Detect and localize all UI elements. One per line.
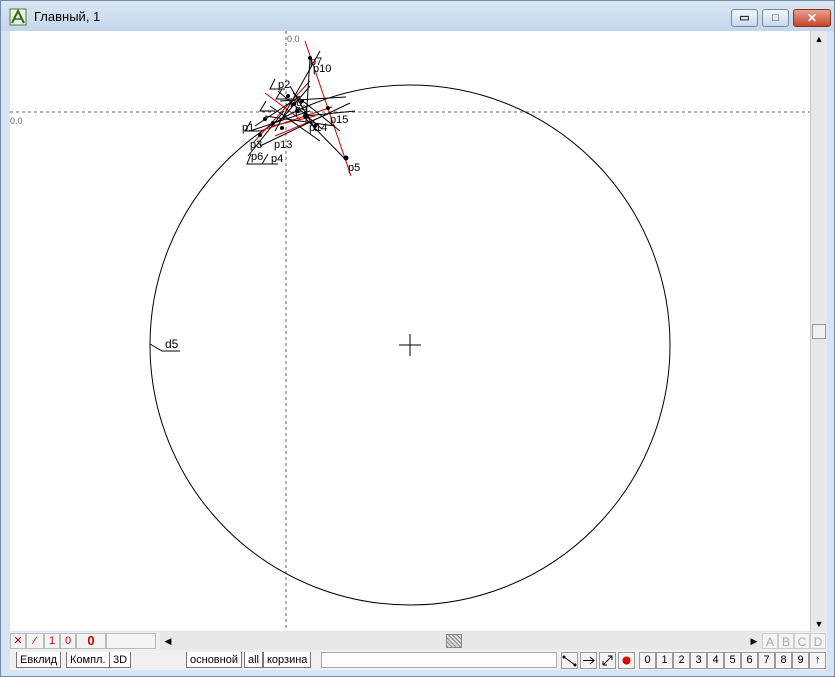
up-arrow-button[interactable]: ↑ xyxy=(809,652,826,669)
close-button[interactable]: ✕ xyxy=(793,9,831,27)
scroll-right-icon[interactable]: ▶ xyxy=(746,633,762,649)
tab-basket[interactable]: корзина xyxy=(263,652,312,668)
y-axis-origin-label: 0.0 xyxy=(287,34,300,44)
main-window: Главный, 1 ▭ □ ✕ 0.0 0.0 d5 p7 p10 p2 p1… xyxy=(0,0,835,677)
window-title: Главный, 1 xyxy=(34,9,101,24)
title-bar: Главный, 1 ▭ □ ✕ xyxy=(1,1,834,31)
app-icon xyxy=(9,8,27,26)
resize-icon xyxy=(602,655,613,666)
circle-label: d5 xyxy=(165,337,179,351)
minimize-icon: ▭ xyxy=(739,12,750,24)
point-label-p9: p9 xyxy=(295,104,307,116)
record-button[interactable] xyxy=(618,652,635,669)
number-button-1[interactable]: 1 xyxy=(656,652,673,669)
point-label-p6: p6 xyxy=(251,151,263,163)
maximize-button[interactable]: □ xyxy=(762,9,789,27)
point-label-p13: p13 xyxy=(274,139,292,151)
message-field xyxy=(321,652,557,668)
x-axis-origin-label: 0.0 xyxy=(10,116,23,126)
number-button-7[interactable]: 7 xyxy=(758,652,775,669)
drawing-canvas[interactable]: 0.0 0.0 d5 p7 p10 p2 p15 p5 p14 p13 p6 p… xyxy=(10,31,810,631)
number-button-8[interactable]: 8 xyxy=(775,652,792,669)
status-cell-cross[interactable]: ✕ xyxy=(10,633,26,649)
layer-button-b[interactable]: B xyxy=(778,633,794,649)
scroll-down-icon[interactable]: ▼ xyxy=(811,616,827,632)
number-button-0[interactable]: 0 xyxy=(639,652,656,669)
point-label-p10: p10 xyxy=(313,63,331,75)
scroll-up-icon[interactable]: ▲ xyxy=(811,31,827,47)
point-label-p14: p14 xyxy=(309,122,327,134)
vertical-scrollbar[interactable]: ▲ ▼ xyxy=(810,31,827,632)
record-icon xyxy=(622,656,631,665)
segment-tool-button[interactable] xyxy=(561,652,578,669)
tab-main[interactable]: основной xyxy=(186,652,242,668)
scroll-left-icon[interactable]: ◀ xyxy=(160,633,176,649)
number-button-2[interactable]: 2 xyxy=(673,652,690,669)
point-label-p2: p2 xyxy=(278,79,290,91)
layer-button-a[interactable]: A xyxy=(762,633,778,649)
status-cell-zero[interactable]: 0 xyxy=(60,633,76,649)
segment-icon xyxy=(562,655,577,667)
number-button-6[interactable]: 6 xyxy=(741,652,758,669)
point-label-p15: p15 xyxy=(330,114,348,126)
tabs-row: Евклид Компл. 3D основной all корзина 0 … xyxy=(10,650,827,670)
maximize-icon: □ xyxy=(772,12,779,24)
number-button-4[interactable]: 4 xyxy=(707,652,724,669)
point-label-p1: p1 xyxy=(242,122,254,134)
status-cell-counter: 0 xyxy=(76,633,106,649)
close-icon: ✕ xyxy=(806,11,818,25)
horizontal-scrollbar[interactable]: ◀ ▶ xyxy=(160,632,762,650)
number-button-3[interactable]: 3 xyxy=(690,652,707,669)
point-label-p4: p4 xyxy=(271,153,283,165)
status-cell-one[interactable]: 1 xyxy=(44,633,60,649)
horizontal-scroll-thumb[interactable] xyxy=(446,634,462,648)
vertical-scroll-thumb[interactable] xyxy=(812,324,826,339)
tab-all[interactable]: all xyxy=(244,652,264,668)
number-button-9[interactable]: 9 xyxy=(792,652,809,669)
status-cell-empty xyxy=(106,633,156,649)
status-cell-slash[interactable]: ⁄ xyxy=(26,633,44,649)
tab-3d[interactable]: 3D xyxy=(109,652,132,668)
point-label-p3: p3 xyxy=(250,139,262,151)
resize-tool-button[interactable] xyxy=(599,652,616,669)
arrow-right-icon xyxy=(583,656,595,665)
tab-euclid[interactable]: Евклид xyxy=(16,652,62,668)
layer-button-d[interactable]: D xyxy=(810,633,826,649)
number-button-5[interactable]: 5 xyxy=(724,652,741,669)
minimize-button[interactable]: ▭ xyxy=(731,9,758,27)
arrow-tool-button[interactable] xyxy=(580,652,597,669)
tab-complex[interactable]: Компл. xyxy=(66,652,110,668)
layer-button-c[interactable]: C xyxy=(794,633,810,649)
drawing-svg: 0.0 0.0 d5 p7 p10 p2 p15 p5 p14 p13 p6 p… xyxy=(10,31,810,631)
point-label-p5: p5 xyxy=(348,162,360,174)
status-row: ✕ ⁄ 1 0 0 ◀ ▶ A B C D xyxy=(10,632,827,650)
